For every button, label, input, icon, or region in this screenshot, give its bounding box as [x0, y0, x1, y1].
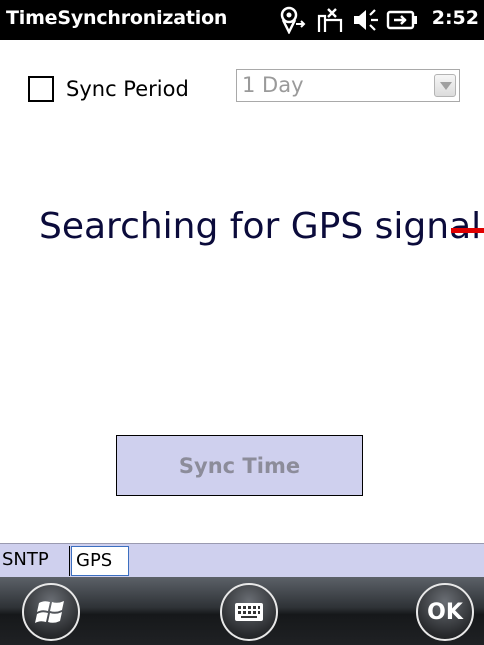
speaker-icon[interactable]	[350, 6, 382, 34]
progress-indicator	[451, 228, 484, 233]
no-signal-icon[interactable]	[316, 6, 344, 34]
gps-connect-icon[interactable]	[278, 6, 308, 34]
tab-strip: SNTP GPS	[0, 543, 484, 577]
start-button[interactable]	[22, 583, 80, 641]
tab-gps[interactable]: GPS	[71, 546, 129, 576]
tab-sntp[interactable]: SNTP	[0, 546, 70, 576]
windows-start-icon	[35, 601, 64, 623]
sync-time-button[interactable]: Sync Time	[116, 435, 363, 496]
sync-period-checkbox[interactable]	[28, 76, 54, 102]
sync-period-value: 1 Day	[242, 73, 304, 97]
keyboard-icon	[235, 603, 263, 621]
keyboard-button[interactable]	[220, 583, 278, 641]
ok-label: OK	[427, 599, 463, 625]
sync-period-label[interactable]: Sync Period	[66, 77, 189, 101]
sync-period-dropdown[interactable]: 1 Day	[236, 69, 460, 102]
battery-icon[interactable]	[386, 6, 420, 34]
ok-button[interactable]: OK	[416, 583, 474, 641]
clock[interactable]: 2:52	[432, 7, 479, 29]
chevron-down-icon[interactable]	[434, 74, 456, 97]
gps-status-message: Searching for GPS signal	[39, 206, 482, 247]
title-bar: TimeSynchronization 2:52	[0, 0, 484, 40]
app-title: TimeSynchronization	[6, 7, 228, 29]
softkey-bar: OK	[0, 577, 484, 645]
